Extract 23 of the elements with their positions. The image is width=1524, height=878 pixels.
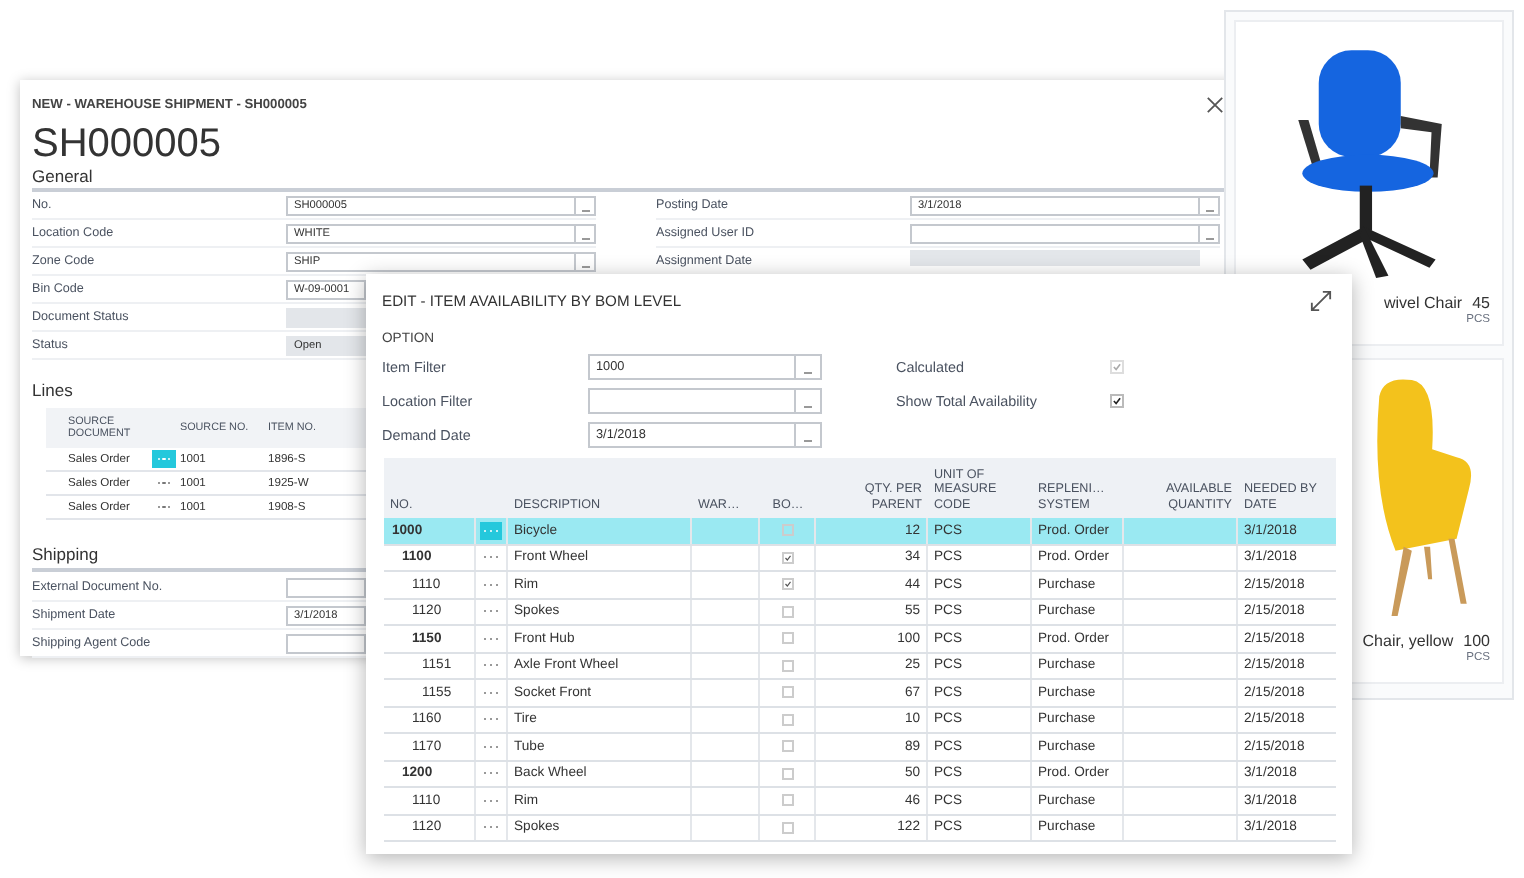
checkbox[interactable]: [781, 578, 793, 591]
input-field[interactable]: [286, 307, 366, 327]
lookup-button[interactable]: [796, 354, 822, 380]
checkbox[interactable]: [781, 551, 793, 564]
row-menu-button[interactable]: [480, 521, 502, 540]
checkbox[interactable]: [1110, 394, 1124, 408]
close-icon[interactable]: [1206, 95, 1224, 113]
item-name: Chair, yellow: [1362, 632, 1454, 650]
item-name: wivel Chair: [1383, 294, 1463, 312]
row-menu-button[interactable]: [152, 450, 176, 468]
input-field[interactable]: [910, 250, 1200, 266]
input-field[interactable]: [286, 577, 366, 597]
section-heading: General: [32, 166, 1224, 192]
input-field[interactable]: [910, 223, 1200, 243]
item-quantity: 100: [1463, 632, 1490, 650]
lookup-button[interactable]: [796, 388, 822, 414]
item-quantity: 45: [1472, 294, 1490, 312]
expand-icon[interactable]: [1310, 290, 1332, 312]
lookup-button[interactable]: [796, 422, 822, 448]
section-heading: Lines: [32, 380, 73, 400]
input-field[interactable]: [286, 633, 366, 653]
document-heading: SH000005: [32, 122, 224, 166]
input-field[interactable]: [588, 388, 796, 414]
